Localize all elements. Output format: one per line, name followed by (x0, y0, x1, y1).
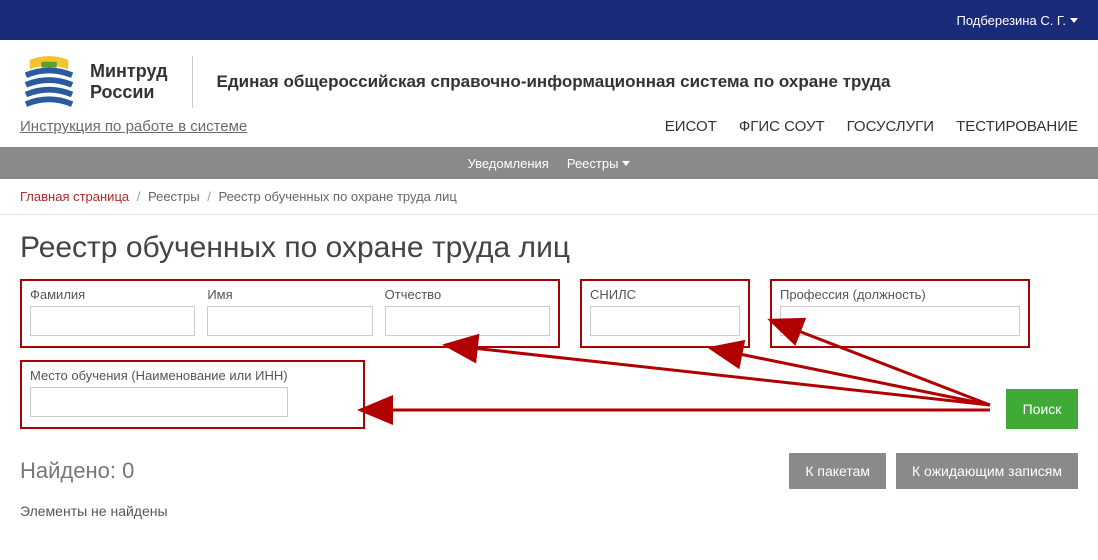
top-bar: Подберезина С. Г. (0, 0, 1098, 40)
logo-block: Минтруд России (20, 56, 193, 108)
field-firstname: Имя (207, 287, 372, 336)
nav-notifications-label: Уведомления (468, 156, 549, 171)
breadcrumb-separator: / (207, 189, 211, 204)
system-title: Единая общероссийская справочно-информац… (217, 72, 1079, 92)
lastname-input[interactable] (30, 306, 195, 336)
ext-link-eisot[interactable]: ЕИСОТ (665, 118, 717, 135)
page-body: Реестр обученных по охране труда лиц Фам… (0, 215, 1098, 529)
filter-group-study-place: Место обучения (Наименование или ИНН) (20, 360, 365, 429)
filter-group-profession: Профессия (должность) (770, 279, 1030, 348)
chevron-down-icon (622, 161, 630, 166)
profession-label: Профессия (должность) (780, 287, 1020, 302)
mintrud-logo-icon (20, 56, 78, 108)
filter-group-name: Фамилия Имя Отчество (20, 279, 560, 348)
found-label: Найдено: (20, 458, 116, 483)
search-button[interactable]: Поиск (1006, 389, 1078, 429)
nav-notifications[interactable]: Уведомления (468, 156, 549, 171)
subheader: Инструкция по работе в системе ЕИСОТ ФГИ… (0, 118, 1098, 147)
logo-line1: Минтруд (90, 61, 168, 82)
user-menu[interactable]: Подберезина С. Г. (957, 13, 1079, 28)
external-links: ЕИСОТ ФГИС СОУТ ГОСУСЛУГИ ТЕСТИРОВАНИЕ (665, 118, 1078, 135)
snils-input[interactable] (590, 306, 740, 336)
field-middlename: Отчество (385, 287, 550, 336)
breadcrumb-l2: Реестры (148, 189, 200, 204)
lastname-label: Фамилия (30, 287, 195, 302)
ext-link-testing[interactable]: ТЕСТИРОВАНИЕ (956, 118, 1078, 135)
firstname-label: Имя (207, 287, 372, 302)
ext-link-gosuslugi[interactable]: ГОСУСЛУГИ (847, 118, 934, 135)
to-pending-button[interactable]: К ожидающим записям (896, 453, 1078, 489)
middlename-input[interactable] (385, 306, 550, 336)
found-counter: Найдено: 0 (20, 458, 134, 484)
found-count: 0 (122, 458, 134, 483)
no-results-text: Элементы не найдены (20, 503, 1078, 519)
results-bar: Найдено: 0 К пакетам К ожидающим записям (20, 453, 1078, 489)
profession-input[interactable] (780, 306, 1020, 336)
chevron-down-icon (1070, 18, 1078, 23)
instruction-link[interactable]: Инструкция по работе в системе (20, 118, 247, 135)
firstname-input[interactable] (207, 306, 372, 336)
field-study-place: Место обучения (Наименование или ИНН) (30, 368, 288, 417)
snils-label: СНИЛС (590, 287, 740, 302)
middlename-label: Отчество (385, 287, 550, 302)
header: Минтруд России Единая общероссийская спр… (0, 40, 1098, 118)
study-place-label: Место обучения (Наименование или ИНН) (30, 368, 288, 383)
nav-registries[interactable]: Реестры (567, 156, 631, 171)
filter-group-snils: СНИЛС (580, 279, 750, 348)
study-place-input[interactable] (30, 387, 288, 417)
breadcrumb: Главная страница / Реестры / Реестр обуч… (0, 179, 1098, 215)
breadcrumb-home[interactable]: Главная страница (20, 189, 129, 204)
filters-row-2: Место обучения (Наименование или ИНН) По… (20, 360, 1078, 429)
action-buttons: К пакетам К ожидающим записям (789, 453, 1078, 489)
nav-registries-label: Реестры (567, 156, 619, 171)
breadcrumb-separator: / (137, 189, 141, 204)
field-profession: Профессия (должность) (780, 287, 1020, 336)
field-lastname: Фамилия (30, 287, 195, 336)
navbar: Уведомления Реестры (0, 147, 1098, 179)
ext-link-fgis-sout[interactable]: ФГИС СОУТ (739, 118, 825, 135)
user-name: Подберезина С. Г. (957, 13, 1067, 28)
to-packets-button[interactable]: К пакетам (789, 453, 886, 489)
filters-row-1: Фамилия Имя Отчество СНИЛС Профессия (до… (20, 279, 1078, 348)
logo-line2: России (90, 82, 168, 103)
page-title: Реестр обученных по охране труда лиц (20, 231, 1078, 265)
logo-text: Минтруд России (90, 61, 168, 102)
field-snils: СНИЛС (590, 287, 740, 336)
breadcrumb-l3: Реестр обученных по охране труда лиц (218, 189, 456, 204)
